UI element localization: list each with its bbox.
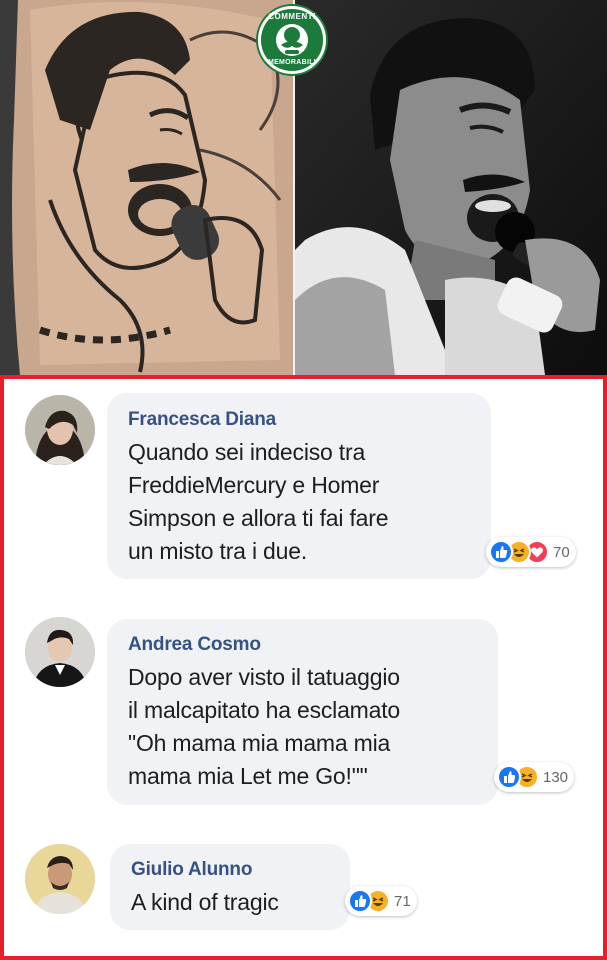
watermark-badge: COMMENTI MEMORABILI [258,6,326,74]
reaction-count: 130 [543,768,569,786]
reaction-count: 70 [553,543,570,561]
comment-text-line: Quando sei indeciso tra [128,439,366,465]
avatar[interactable] [25,617,95,687]
reaction-summary[interactable]: 71 [345,886,417,916]
avatar[interactable] [25,844,95,914]
comment-text-line: FreddieMercury e Homer [128,472,380,498]
comment-text-line: un misto tra i due. [128,538,308,564]
comment-francesca: Francesca Diana Quando sei indeciso tra … [4,379,603,589]
comment-text-line: Simpson e allora ti fai fare [128,505,389,531]
comment-text-line: il malcapitato ha esclamato [128,697,401,723]
comment-author[interactable]: Francesca Diana [128,409,276,431]
comment-text-line: mama mia Let me Go!"" [128,763,368,789]
comment-text-line: "Oh mama mia mama mia [128,730,391,756]
reaction-count: 71 [394,892,411,910]
reaction-summary[interactable]: 70 [486,537,576,567]
reaction-summary[interactable]: 130 [494,762,575,792]
comments-frame: Francesca Diana Quando sei indeciso tra … [0,375,607,960]
comment-text-line: Dopo aver visto il tatuaggio [128,664,400,690]
avatar[interactable] [25,395,95,465]
watermark-text-bottom: MEMORABILI [267,59,317,66]
like-icon [497,765,521,789]
meme-photo-strip: COMMENTI MEMORABILI [0,0,607,375]
comment-author[interactable]: Giulio Alunno [131,859,252,881]
tattoo-photo [0,0,293,375]
comment-giulio: Giulio Alunno A kind of tragic 71 [4,824,603,954]
comment-author[interactable]: Andrea Cosmo [128,634,261,656]
watermark-text-top: COMMENTI [268,12,316,21]
like-icon [348,889,372,913]
like-icon [489,540,513,564]
singer-photo [295,0,607,375]
comment-text-line: A kind of tragic [131,889,279,915]
comment-andrea: Andrea Cosmo Dopo aver visto il tatuaggi… [4,599,603,819]
